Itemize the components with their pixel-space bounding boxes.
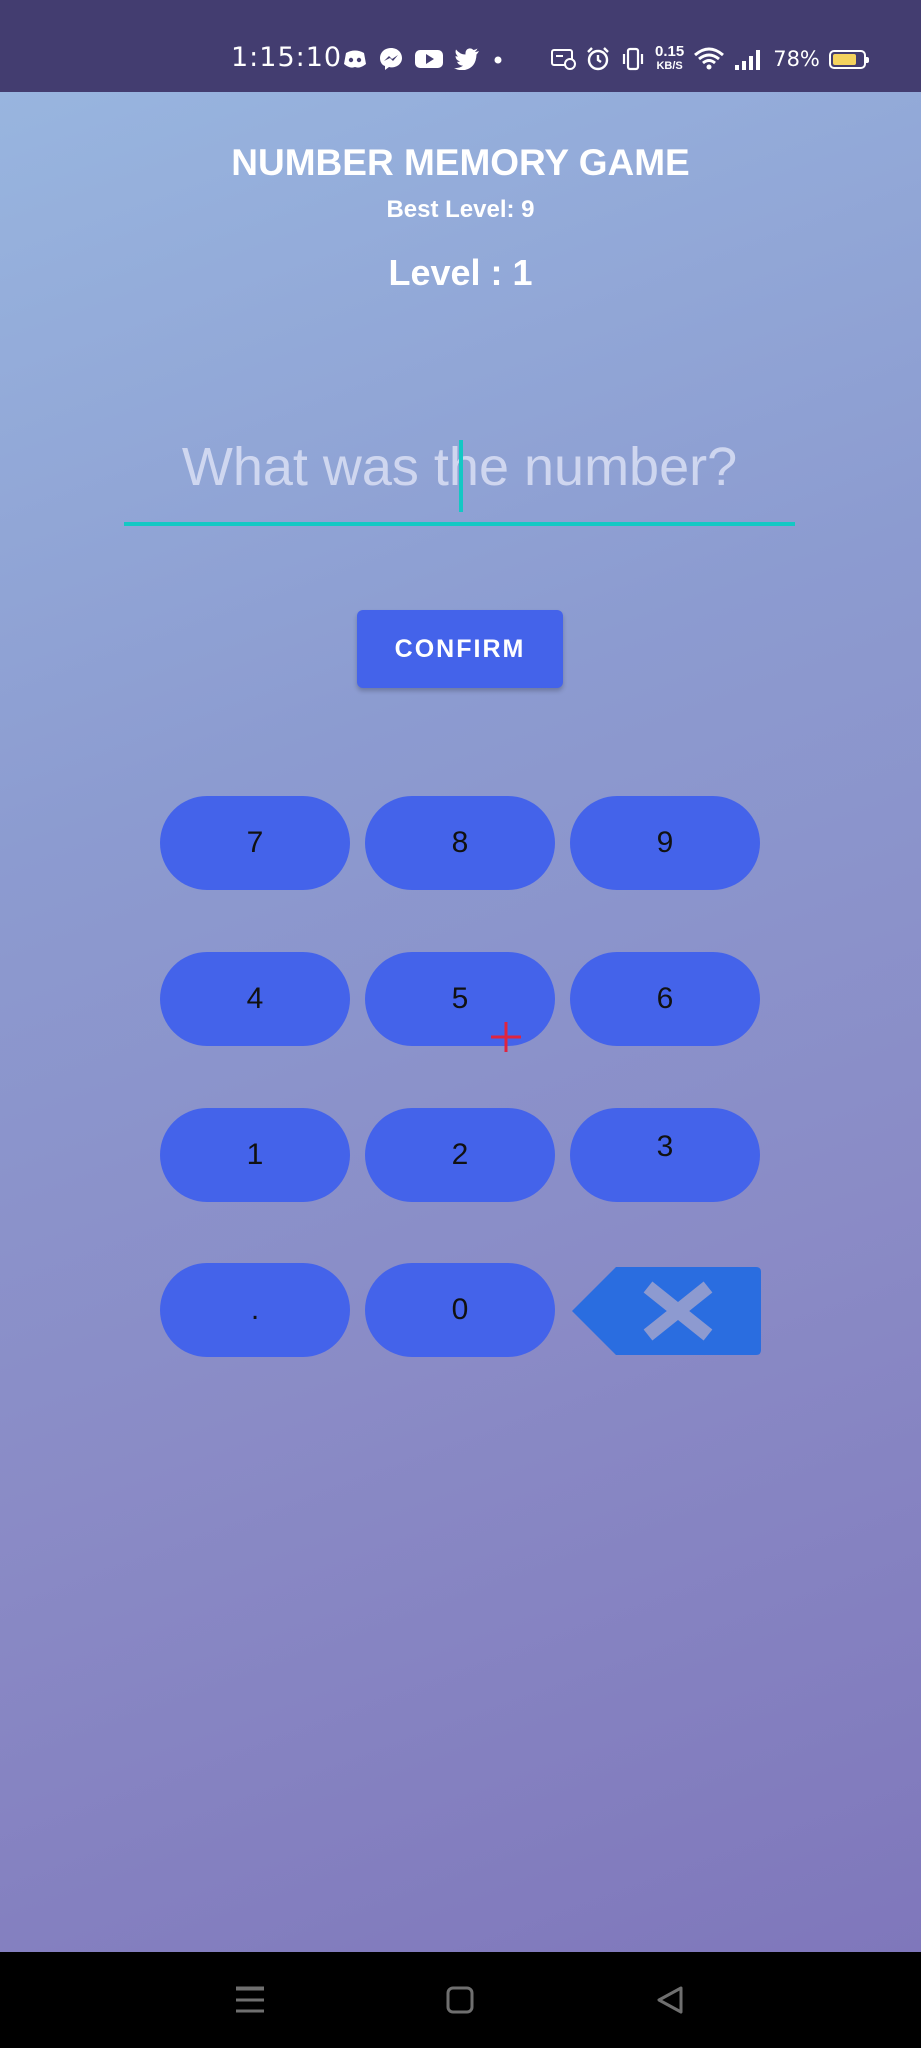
- screen-cast-icon: [551, 49, 576, 70]
- battery-icon: [828, 49, 869, 69]
- messenger-icon: [380, 48, 402, 70]
- key-2[interactable]: 2: [365, 1108, 555, 1202]
- key-3[interactable]: 3: [570, 1108, 760, 1202]
- input-underline: [124, 522, 795, 526]
- current-level: Level : 1: [388, 252, 533, 293]
- alarm-icon: [587, 47, 609, 71]
- navigation-bar: [0, 1952, 921, 2048]
- key-8[interactable]: 8: [365, 796, 555, 890]
- menu-icon-lines[interactable]: [234, 1986, 266, 2014]
- key-9[interactable]: 9: [570, 796, 760, 890]
- vibrate-icon: [622, 47, 644, 71]
- twitter-icon: [454, 48, 479, 70]
- battery-fill: [832, 53, 856, 65]
- signal-icon: [735, 50, 761, 70]
- key-0[interactable]: 0: [365, 1263, 555, 1357]
- key-6[interactable]: 6: [570, 952, 760, 1046]
- youtube-icon: [415, 50, 443, 68]
- key-5[interactable]: 5: [365, 952, 555, 1046]
- battery-percent: 78%: [773, 47, 820, 71]
- key-1[interactable]: 1: [160, 1108, 350, 1202]
- game-screen: NUMBER MEMORY GAME Best Level: 9 Level :…: [0, 92, 921, 1952]
- network-speed: 0.15 KB/S: [655, 43, 685, 73]
- notification-icons: [342, 42, 506, 76]
- key-4[interactable]: 4: [160, 952, 350, 1046]
- touch-marker-icon: [491, 1022, 521, 1052]
- backspace-button[interactable]: [570, 1265, 762, 1357]
- key-decimal[interactable]: .: [160, 1263, 350, 1357]
- game-title: NUMBER MEMORY GAME: [231, 142, 690, 183]
- status-time: 1:15:10: [231, 42, 343, 73]
- wifi-icon: [694, 47, 725, 70]
- notification-dot-icon: [494, 56, 502, 64]
- system-icons: 0.15 KB/S 78%: [550, 42, 869, 76]
- discord-icon: [344, 50, 366, 68]
- home-icon[interactable]: [446, 1986, 474, 2014]
- network-speed-value: 0.15: [655, 43, 685, 60]
- back-icon[interactable]: [656, 1985, 684, 2015]
- confirm-button[interactable]: CONFIRM: [357, 610, 563, 688]
- text-cursor: [459, 440, 463, 512]
- status-bar: 1:15:10 0.15 KB/S 78%: [0, 0, 921, 92]
- best-level: Best Level: 9: [386, 196, 535, 223]
- network-speed-unit: KB/S: [656, 60, 683, 72]
- key-7[interactable]: 7: [160, 796, 350, 890]
